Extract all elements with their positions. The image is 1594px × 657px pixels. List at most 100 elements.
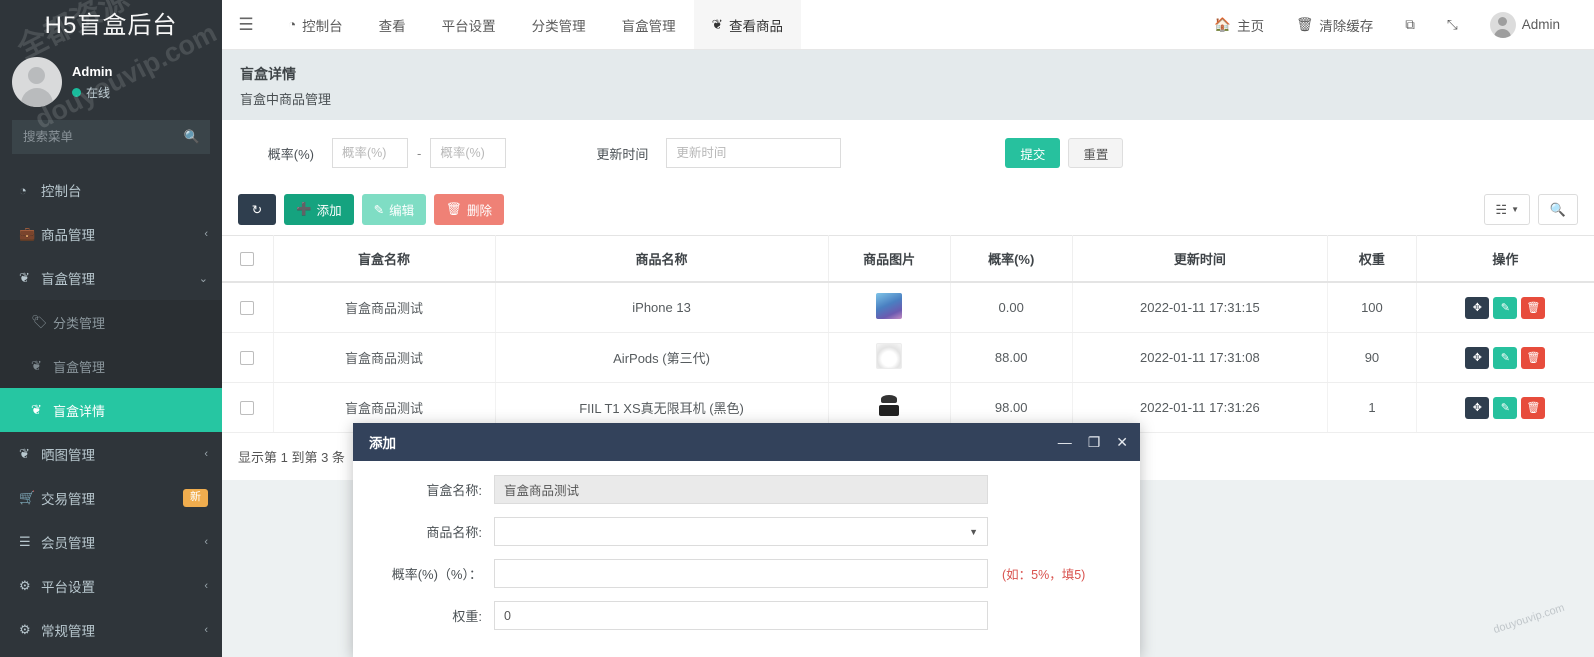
online-dot-icon — [72, 88, 81, 97]
fullscreen-icon: ⤡ — [1447, 17, 1458, 33]
user-status: 在线 — [72, 84, 112, 102]
nav-tabs: ◔控制台查看平台设置分类管理盲盒管理❦查看商品 — [270, 0, 801, 49]
copy-icon: ⧉ — [1405, 17, 1415, 33]
form-row-3: 权重: — [353, 601, 1140, 630]
sidebar-item-3[interactable]: 🏷分类管理 — [0, 300, 222, 344]
nav-right-actions: 🏠主页🗑清除缓存 ⧉ ⤡ Admin — [1198, 0, 1594, 49]
sidebar-item-label: 晒图管理 — [41, 444, 204, 464]
move-icon[interactable]: ✥ — [1465, 297, 1489, 319]
row-select-cell[interactable] — [222, 282, 273, 333]
gears-icon: ⚙ — [19, 622, 41, 638]
list-icon: ☰ — [19, 534, 41, 550]
field-input-2[interactable] — [494, 559, 988, 588]
sidebar-item-8[interactable]: ☰会员管理‹ — [0, 520, 222, 564]
row-checkbox[interactable] — [240, 301, 254, 315]
table-toolbar: ↻ ➕ 添加 ✎ 编辑 🗑 删除 ☵ ▼ — [222, 186, 1594, 235]
sidebar-item-2[interactable]: ❦盲盒管理⌄ — [0, 256, 222, 300]
page-header: 盲盒详情 盲盒中商品管理 — [222, 50, 1594, 120]
trash-icon[interactable]: 🗑 — [1521, 297, 1545, 319]
maximize-icon[interactable]: ❐ — [1088, 435, 1101, 449]
tag-icon: 🏷 — [31, 314, 53, 330]
nav-tab-label: 分类管理 — [532, 15, 586, 35]
user-status-label: 在线 — [86, 84, 110, 102]
refresh-button[interactable]: ↻ — [238, 194, 276, 225]
sidebar-menu: ◔控制台💼商品管理‹❦盲盒管理⌄🏷分类管理❦盲盒管理❦盲盒详情❦晒图管理‹🛒交易… — [0, 168, 222, 657]
nav-action-0[interactable]: 🏠主页 — [1198, 0, 1280, 50]
columns-toggle-button[interactable]: ☵ ▼ — [1484, 194, 1530, 225]
sidebar-item-label: 交易管理 — [41, 488, 183, 508]
move-icon[interactable]: ✥ — [1465, 347, 1489, 369]
sidebar-search[interactable]: 🔍 — [12, 120, 210, 154]
minimize-icon[interactable]: — — [1058, 435, 1072, 449]
time-input[interactable] — [666, 138, 841, 168]
nav-tab-3[interactable]: 分类管理 — [514, 0, 604, 49]
field-input-3[interactable] — [494, 601, 988, 630]
submit-button[interactable]: 提交 — [1005, 138, 1060, 168]
product-select[interactable]: ▼ — [494, 517, 988, 546]
nav-action-label: 主页 — [1237, 15, 1264, 35]
chevron-icon: ‹ — [204, 624, 208, 636]
rate-max-input[interactable] — [430, 138, 506, 168]
search-input[interactable] — [13, 121, 209, 153]
sidebar-item-9[interactable]: ⚙平台设置‹ — [0, 564, 222, 608]
product-select-input[interactable] — [494, 517, 988, 546]
background-watermark: douyouvip.com — [1492, 602, 1566, 636]
pencil-icon[interactable]: ✎ — [1493, 347, 1517, 369]
user-name: Admin — [72, 62, 112, 82]
nav-tab-1[interactable]: 查看 — [361, 0, 424, 49]
cell-actions: ✥✎🗑 — [1416, 282, 1594, 333]
table-row[interactable]: 盲盒商品测试iPhone 130.002022-01-11 17:31:1510… — [222, 282, 1594, 333]
row-select-cell[interactable] — [222, 333, 273, 383]
hamburger-icon[interactable]: ☰ — [222, 0, 270, 49]
nav-action-1[interactable]: 🗑清除缓存 — [1280, 0, 1389, 50]
column-header-7: 操作 — [1416, 236, 1594, 283]
search-icon[interactable]: 🔍 — [184, 129, 200, 145]
rate-min-input[interactable] — [332, 138, 408, 168]
rate-filter-label: 概率(%) — [222, 144, 332, 163]
row-checkbox[interactable] — [240, 401, 254, 415]
nav-tab-2[interactable]: 平台设置 — [424, 0, 514, 49]
sidebar-user-panel[interactable]: Admin 在线 — [0, 48, 222, 120]
trash-icon[interactable]: 🗑 — [1521, 347, 1545, 369]
chevron-icon: ‹ — [204, 536, 208, 548]
move-icon[interactable]: ✥ — [1465, 397, 1489, 419]
sidebar-item-label: 平台设置 — [41, 576, 204, 596]
cell-product-image — [828, 282, 950, 333]
brand-title: H5盲盒后台 — [0, 0, 222, 48]
sidebar-item-6[interactable]: ❦晒图管理‹ — [0, 432, 222, 476]
close-icon[interactable]: ✕ — [1116, 435, 1128, 449]
nav-tab-0[interactable]: ◔控制台 — [270, 0, 361, 49]
plus-icon: ➕ — [296, 202, 312, 217]
sidebar-item-4[interactable]: ❦盲盒管理 — [0, 344, 222, 388]
reset-button[interactable]: 重置 — [1068, 138, 1123, 168]
row-checkbox[interactable] — [240, 351, 254, 365]
nav-tab-5[interactable]: ❦查看商品 — [694, 0, 801, 49]
sidebar-item-7[interactable]: 🛒交易管理新 — [0, 476, 222, 520]
select-all-checkbox[interactable] — [240, 252, 254, 266]
nav-tab-4[interactable]: 盲盒管理 — [604, 0, 694, 49]
trash-icon[interactable]: 🗑 — [1521, 397, 1545, 419]
nav-action-3[interactable]: ⤡ — [1431, 0, 1474, 50]
dialog-title: 添加 — [369, 432, 396, 452]
sidebar-item-10[interactable]: ⚙常规管理‹ — [0, 608, 222, 652]
nav-action-2[interactable]: ⧉ — [1389, 0, 1431, 50]
nav-action-4[interactable]: Admin — [1474, 0, 1576, 50]
box-icon: ❦ — [31, 358, 53, 374]
row-select-cell[interactable] — [222, 383, 273, 433]
field-input-0[interactable] — [494, 475, 988, 504]
sidebar-item-11[interactable]: 👥权限管理‹ — [0, 652, 222, 657]
table-row[interactable]: 盲盒商品测试AirPods (第三代)88.002022-01-11 17:31… — [222, 333, 1594, 383]
delete-button[interactable]: 🗑 删除 — [434, 194, 504, 225]
sidebar-item-1[interactable]: 💼商品管理‹ — [0, 212, 222, 256]
sidebar-item-0[interactable]: ◔控制台 — [0, 168, 222, 212]
edit-button[interactable]: ✎ 编辑 — [362, 194, 427, 225]
form-row-0: 盲盒名称: — [353, 475, 1140, 504]
nav-action-label: Admin — [1522, 17, 1560, 32]
add-button[interactable]: ➕ 添加 — [284, 194, 354, 225]
pencil-icon[interactable]: ✎ — [1493, 397, 1517, 419]
pencil-icon[interactable]: ✎ — [1493, 297, 1517, 319]
table-search-button[interactable]: 🔍 — [1538, 194, 1578, 225]
select-all-header[interactable] — [222, 236, 273, 283]
chevron-down-icon: ▼ — [1511, 205, 1519, 214]
sidebar-item-5[interactable]: ❦盲盒详情 — [0, 388, 222, 432]
